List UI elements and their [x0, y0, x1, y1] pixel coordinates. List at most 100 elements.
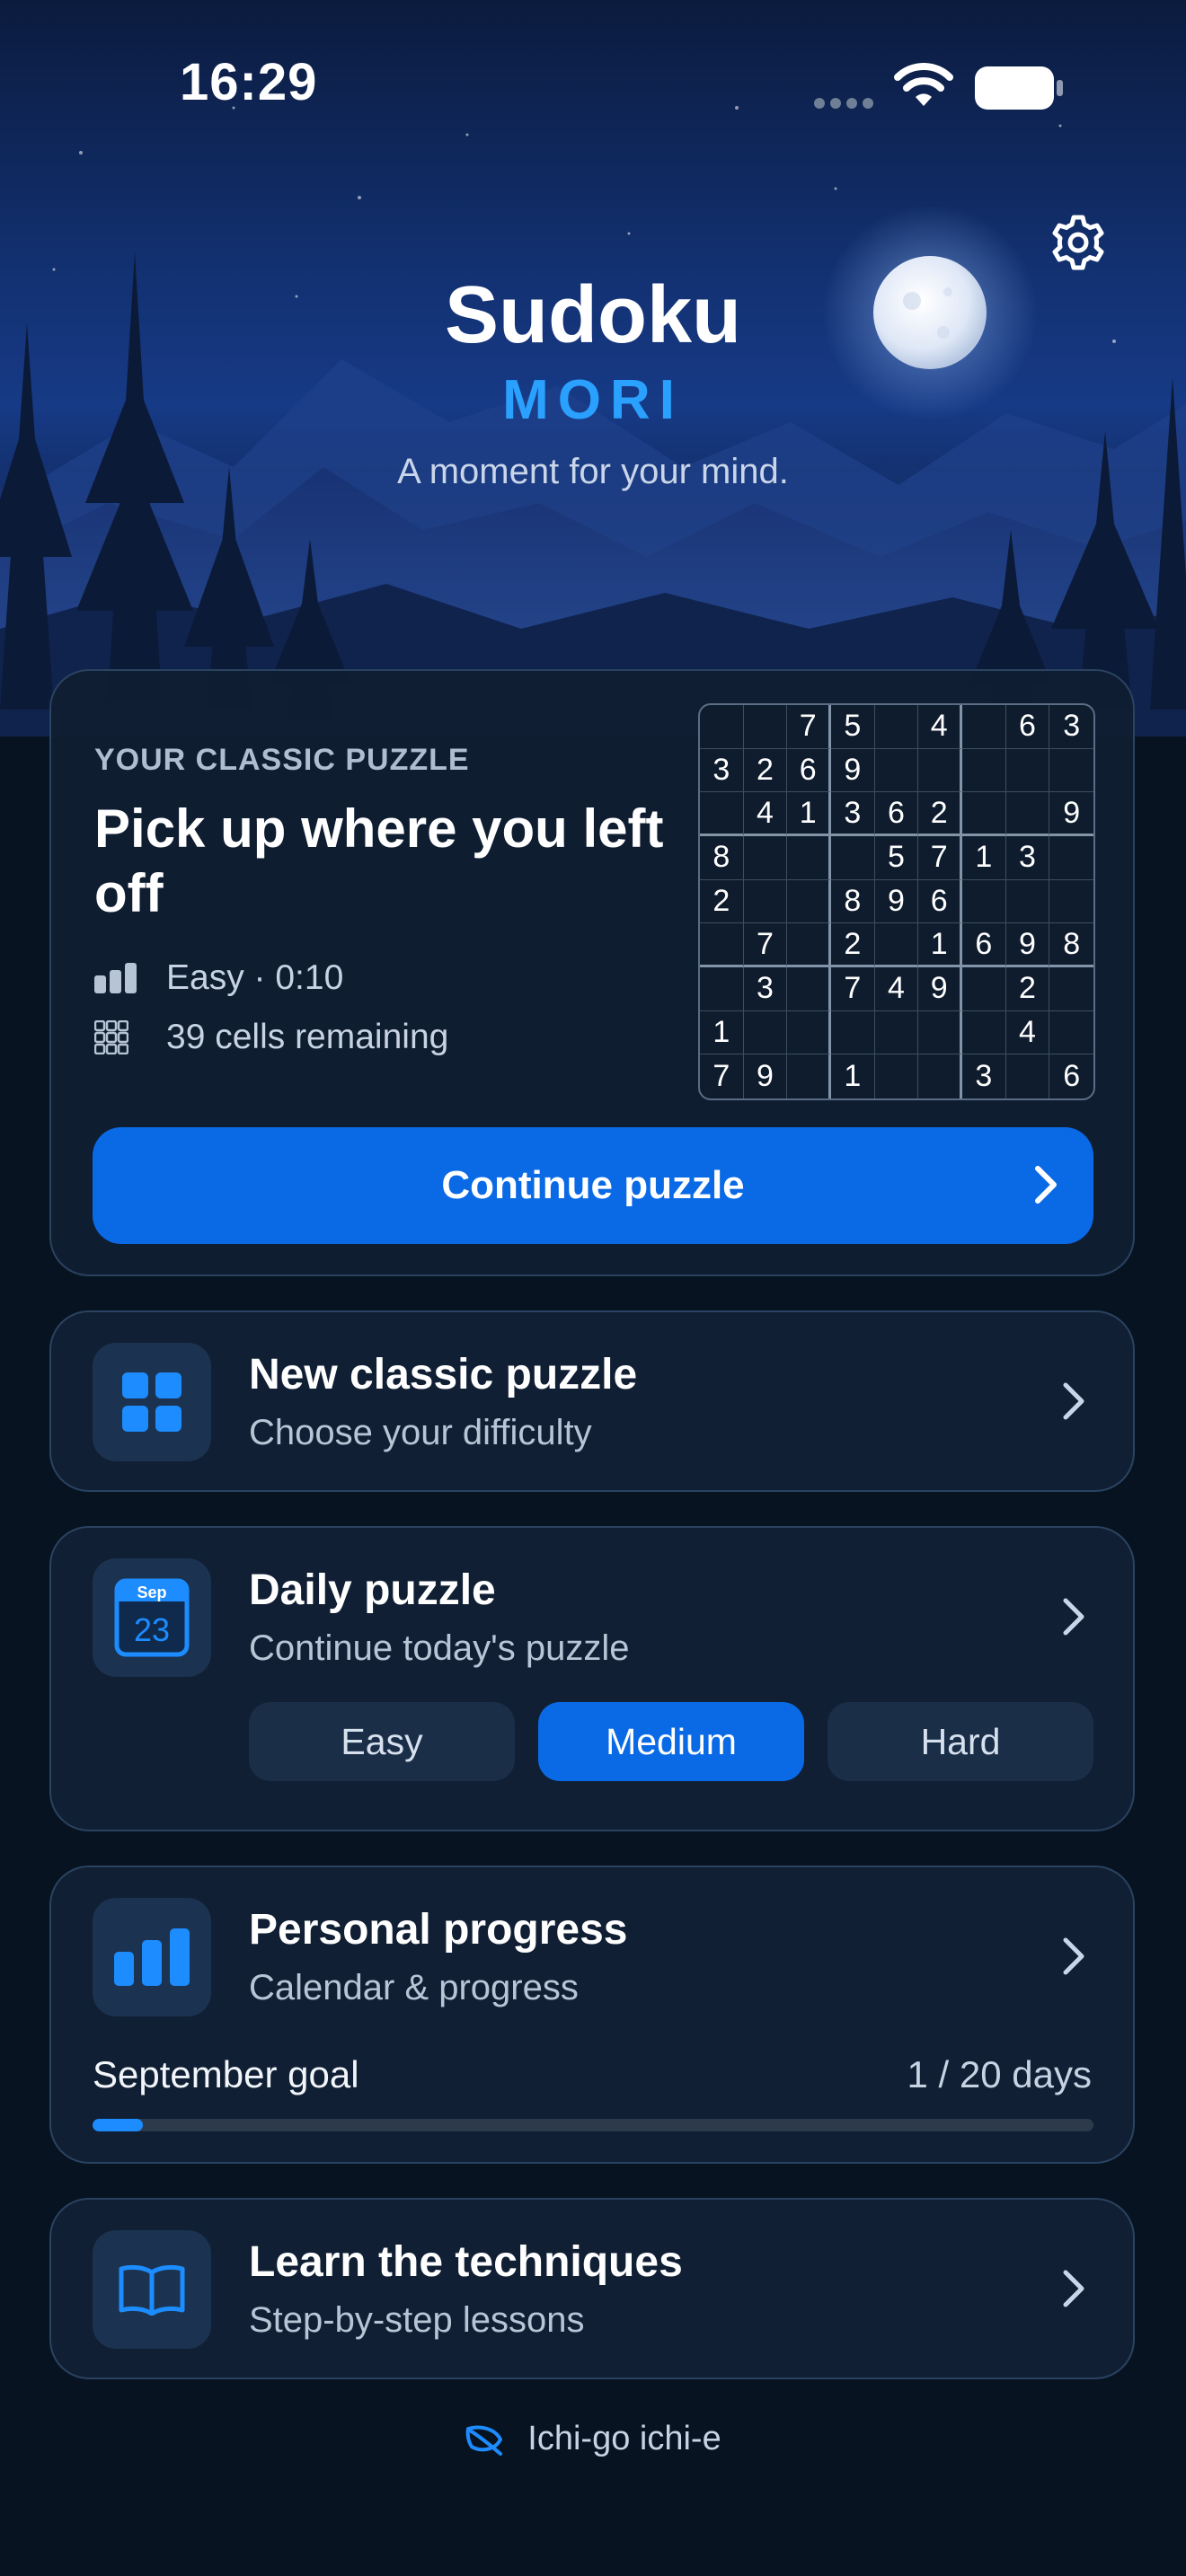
board-cell — [1049, 836, 1093, 880]
progress-subtitle: Calendar & progress — [249, 1968, 579, 2007]
cellular-signal-icon — [814, 98, 873, 109]
grid-icon — [94, 1019, 139, 1055]
board-cell — [700, 705, 744, 749]
board-cell: 7 — [787, 705, 831, 749]
board-cell — [874, 748, 919, 793]
book-icon — [93, 2230, 211, 2349]
board-cell: 7 — [831, 967, 875, 1011]
progress-title: Personal progress — [249, 1906, 628, 1954]
chevron-right-icon — [1063, 1382, 1084, 1420]
board-cell: 3 — [1049, 705, 1093, 749]
board-cell: 3 — [700, 748, 744, 793]
goal-progress-fill — [93, 2119, 143, 2131]
calendar-icon: Sep 23 — [93, 1558, 211, 1677]
board-cell — [743, 836, 788, 880]
board-cell: 9 — [874, 879, 919, 924]
status-time: 16:29 — [180, 53, 318, 111]
goal-value: 1 / 20 days — [907, 2053, 1092, 2095]
board-cell — [831, 1010, 875, 1055]
daily-puzzle-card[interactable]: Sep 23 Daily puzzle Continue today's puz… — [49, 1526, 1135, 1831]
board-cell — [700, 923, 744, 967]
learn-title: Learn the techniques — [249, 2238, 683, 2286]
board-cell: 9 — [1049, 792, 1093, 836]
new-classic-puzzle-card[interactable]: New classic puzzle Choose your difficult… — [49, 1310, 1135, 1492]
board-cell: 8 — [831, 879, 875, 924]
continue-puzzle-button[interactable]: Continue puzzle — [93, 1127, 1093, 1244]
board-cell: 2 — [743, 748, 788, 793]
difficulty-medium-button[interactable]: Medium — [538, 1702, 804, 1781]
gear-icon — [1052, 215, 1104, 270]
wifi-icon — [894, 63, 953, 106]
chevron-right-icon — [1063, 1937, 1084, 1975]
app-brand: MORI — [502, 369, 684, 431]
board-cell — [1049, 749, 1093, 793]
board-cell: 8 — [1049, 923, 1093, 967]
board-cell — [1049, 1011, 1093, 1055]
personal-progress-card[interactable]: Personal progress Calendar & progress Se… — [49, 1866, 1135, 2164]
learn-techniques-card[interactable]: Learn the techniques Step-by-step lesson… — [49, 2198, 1135, 2379]
board-cell — [787, 836, 831, 880]
board-cell — [962, 879, 1006, 924]
board-cell — [787, 1010, 831, 1055]
leaf-icon — [465, 2423, 504, 2456]
new-classic-subtitle: Choose your difficulty — [249, 1413, 592, 1452]
board-cell: 7 — [918, 836, 962, 880]
goal-progress-bar — [93, 2119, 1093, 2131]
board-cell — [700, 792, 744, 836]
board-cell: 2 — [918, 792, 962, 836]
bar-chart-icon — [93, 1898, 211, 2016]
board-cell: 2 — [831, 923, 875, 967]
chevron-right-icon — [1063, 2270, 1084, 2307]
board-cell — [831, 836, 875, 880]
board-cell: 5 — [874, 836, 919, 880]
board-cell: 7 — [700, 1054, 744, 1098]
remaining-text: 39 cells remaining — [166, 1018, 449, 1056]
daily-subtitle: Continue today's puzzle — [249, 1628, 630, 1668]
board-cell — [962, 1010, 1006, 1055]
board-cell: 9 — [744, 1054, 788, 1098]
board-cell — [962, 792, 1006, 836]
board-cell — [787, 967, 831, 1011]
board-cell — [1049, 967, 1093, 1011]
board-cell — [918, 748, 962, 793]
board-cell: 6 — [1063, 1059, 1081, 1094]
board-cell — [874, 1010, 919, 1055]
calendar-day: 23 — [134, 1611, 170, 1648]
chevron-right-icon — [1063, 1598, 1084, 1636]
board-cell: 6 — [874, 792, 919, 836]
board-cell: 6 — [1005, 705, 1050, 749]
board-cell — [700, 967, 744, 1011]
settings-button[interactable] — [1042, 207, 1114, 278]
board-cell — [962, 705, 1006, 749]
board-cell: 9 — [918, 967, 962, 1011]
board-cell: 6 — [918, 879, 962, 924]
board-cell: 1 — [962, 836, 1006, 880]
app-title: Sudoku — [445, 270, 741, 360]
board-cell — [962, 967, 1006, 1011]
grid-tiles-icon — [93, 1343, 211, 1461]
difficulty-time-text: Easy · 0:10 — [166, 958, 344, 997]
board-cell: 8 — [700, 836, 744, 880]
remaining-row: 39 cells remaining — [94, 1018, 448, 1057]
difficulty-easy-button[interactable]: Easy — [249, 1702, 515, 1781]
classic-eyebrow: YOUR CLASSIC PUZZLE — [94, 743, 470, 777]
board-cell: 3 — [831, 792, 875, 836]
board-cell: 3 — [1005, 836, 1050, 880]
board-cell — [787, 1054, 831, 1098]
footer-text: Ichi-go ichi-e — [527, 2420, 721, 2457]
app-tagline: A moment for your mind. — [397, 452, 789, 491]
board-cell: 6 — [962, 923, 1006, 967]
board-cell: 4 — [918, 705, 962, 749]
board-cell — [1006, 1054, 1050, 1098]
board-cell — [743, 705, 788, 749]
board-cell: 5 — [831, 705, 875, 749]
puzzle-preview-board[interactable]: 7546332694136298571328967216983749214791… — [698, 703, 1095, 1100]
board-cell: 9 — [1005, 923, 1050, 967]
board-cell — [918, 1054, 962, 1098]
difficulty-hard-button[interactable]: Hard — [828, 1702, 1093, 1781]
board-cell — [1005, 792, 1050, 836]
continue-puzzle-label: Continue puzzle — [441, 1163, 745, 1207]
board-cell — [874, 705, 919, 749]
board-cell — [743, 1010, 788, 1055]
board-cell: 2 — [1005, 967, 1050, 1011]
